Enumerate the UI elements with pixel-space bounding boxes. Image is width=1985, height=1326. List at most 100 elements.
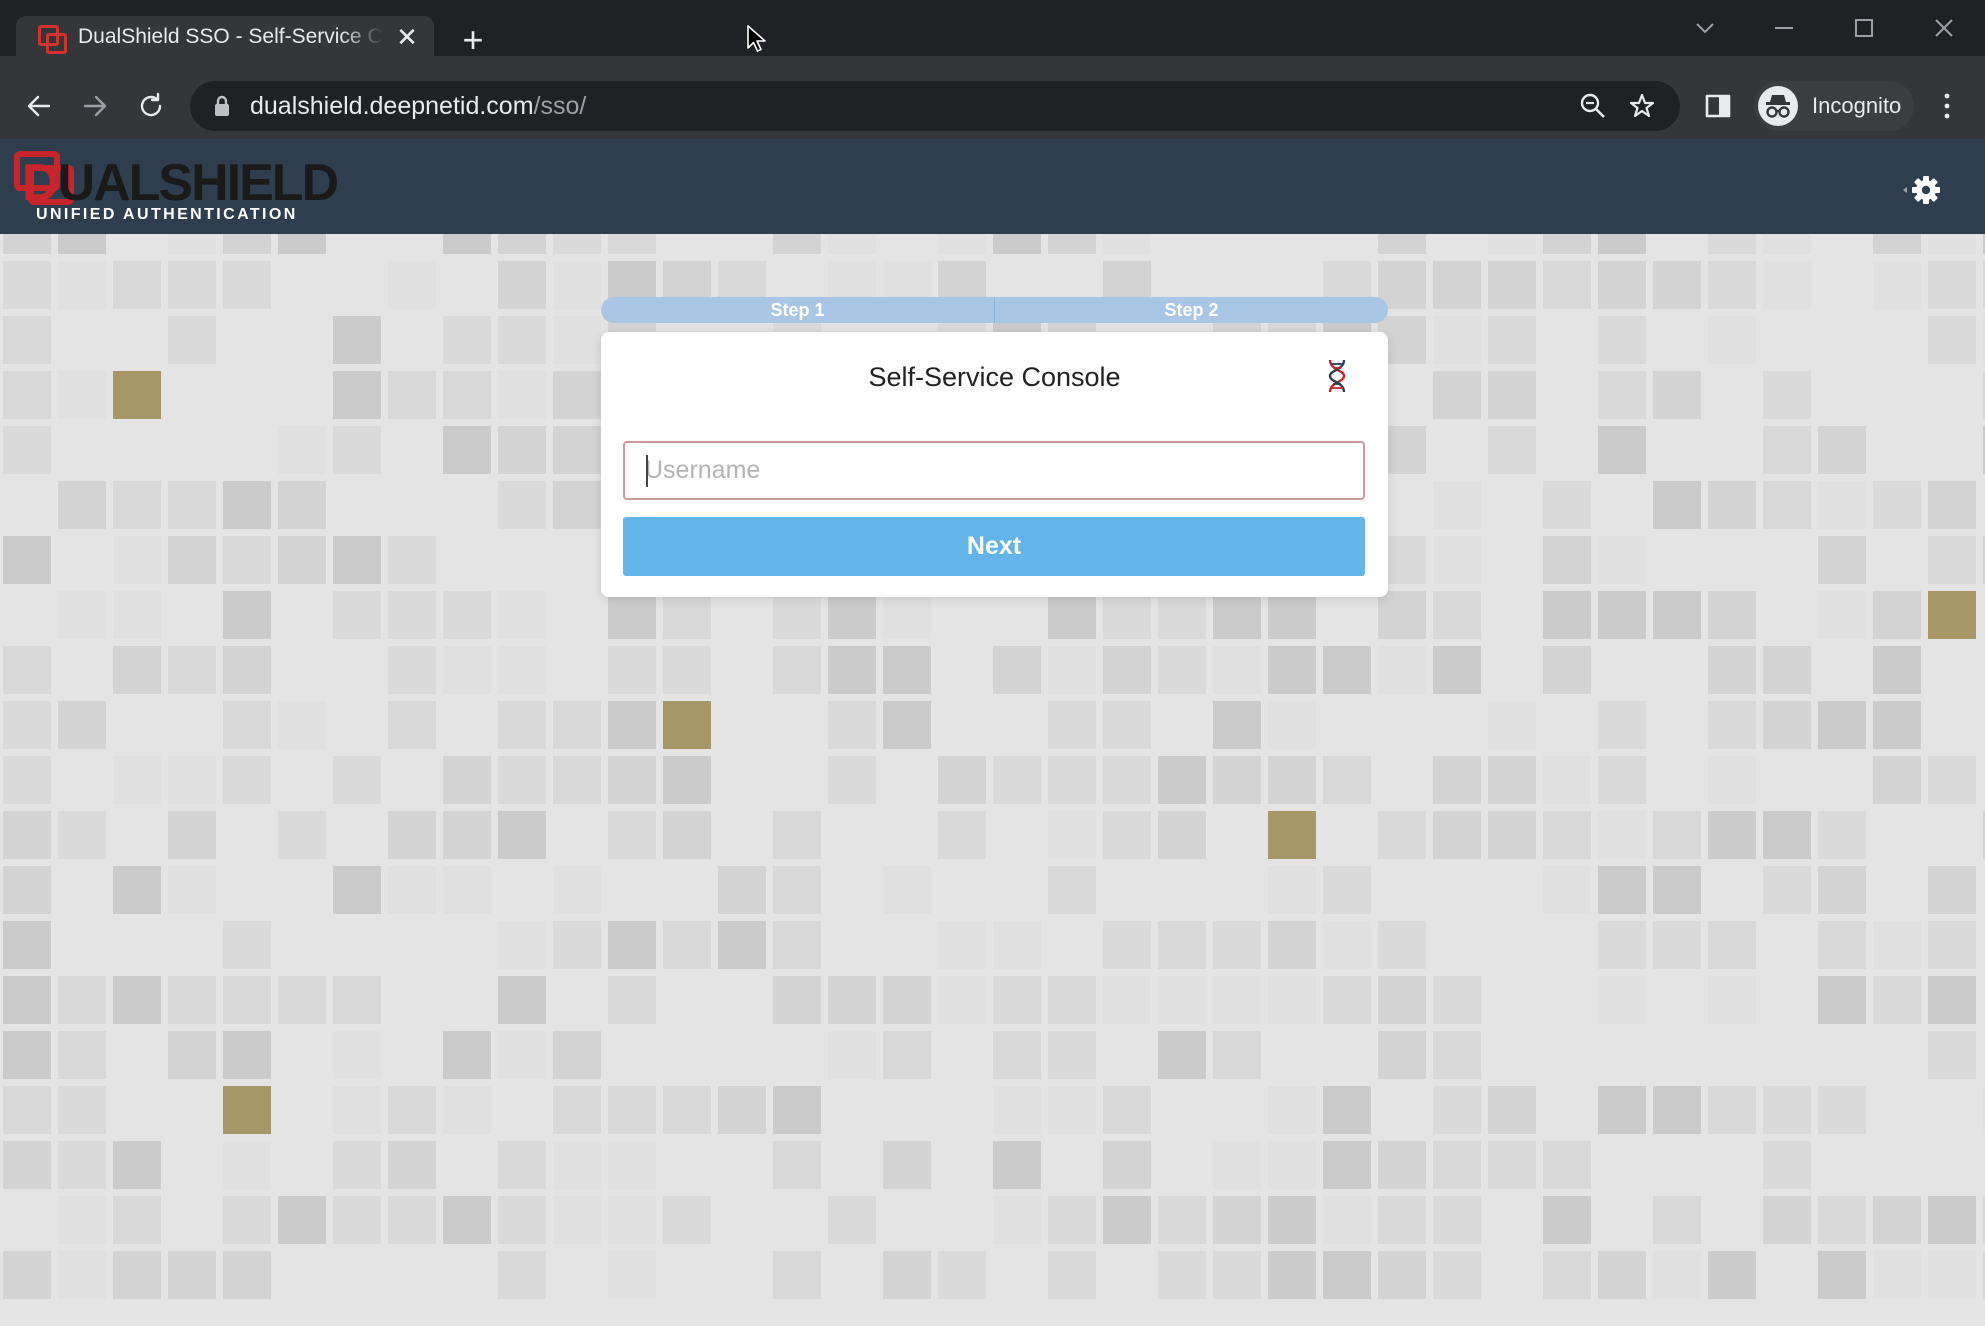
mosaic-tile	[333, 1031, 381, 1079]
mosaic-tile	[1928, 261, 1976, 309]
gear-icon[interactable]	[1900, 174, 1940, 214]
zoom-icon[interactable]	[1580, 93, 1606, 119]
address-bar[interactable]: dualshield.deepnetid.com/sso/	[190, 81, 1680, 131]
mosaic-tile	[1378, 1196, 1426, 1244]
mosaic-tile	[718, 234, 766, 254]
mosaic-tile	[1048, 1086, 1096, 1134]
mosaic-tile	[828, 811, 876, 859]
mosaic-tile	[1488, 591, 1536, 639]
mosaic-tile	[938, 646, 986, 694]
browser-tab[interactable]: DualShield SSO - Self-Service Console ✕	[16, 16, 434, 58]
maximize-icon[interactable]	[1844, 12, 1884, 44]
mosaic-tile	[553, 811, 601, 859]
mosaic-tile	[993, 1196, 1041, 1244]
dualshield-logo[interactable]: DUALSHIELD UNIFIED AUTHENTICATION	[14, 149, 339, 229]
mosaic-tile	[3, 591, 51, 639]
lock-icon[interactable]	[214, 95, 230, 117]
logo-wordmark: DUALSHIELD	[22, 153, 339, 213]
mosaic-tile	[938, 701, 986, 749]
mosaic-tile	[1268, 591, 1316, 639]
mosaic-tile	[1598, 316, 1646, 364]
forward-arrow-icon[interactable]	[77, 88, 113, 124]
mosaic-tile	[1213, 234, 1261, 254]
mosaic-tile	[1268, 1086, 1316, 1134]
mosaic-tile	[1433, 261, 1481, 309]
mosaic-tile	[168, 261, 216, 309]
mosaic-tile	[1378, 866, 1426, 914]
mosaic-tile	[443, 976, 491, 1024]
mosaic-tile	[388, 976, 436, 1024]
side-panel-icon[interactable]	[1700, 88, 1736, 124]
mosaic-tile	[113, 646, 161, 694]
mosaic-tile	[1873, 234, 1921, 254]
mosaic-tile	[113, 1141, 161, 1189]
incognito-profile-button[interactable]: Incognito	[1754, 81, 1914, 131]
mosaic-tile	[443, 1141, 491, 1189]
mosaic-tile	[1653, 481, 1701, 529]
mosaic-tile	[553, 426, 601, 474]
mosaic-tile	[1433, 481, 1481, 529]
reload-icon[interactable]	[133, 88, 169, 124]
mosaic-tile	[1323, 1251, 1371, 1299]
window-close-icon[interactable]	[1924, 12, 1964, 44]
mosaic-tile	[278, 921, 326, 969]
mosaic-tile	[938, 1141, 986, 1189]
mosaic-tile	[1763, 591, 1811, 639]
new-tab-button[interactable]: +	[458, 22, 488, 58]
dna-icon[interactable]	[1321, 358, 1353, 394]
mosaic-tile	[718, 756, 766, 804]
mosaic-tile	[1433, 866, 1481, 914]
logo-tagline: UNIFIED AUTHENTICATION	[36, 206, 298, 223]
mosaic-tile	[333, 316, 381, 364]
mosaic-tile	[553, 1086, 601, 1134]
mosaic-tile	[168, 701, 216, 749]
mosaic-tile	[1268, 234, 1316, 254]
mosaic-tile	[498, 261, 546, 309]
next-button[interactable]: Next	[623, 517, 1365, 576]
mosaic-tile	[828, 1196, 876, 1244]
username-input[interactable]	[623, 441, 1365, 500]
mosaic-tile	[498, 1086, 546, 1134]
mosaic-tile	[1928, 701, 1976, 749]
mosaic-tile	[1818, 921, 1866, 969]
mosaic-tile	[1873, 426, 1921, 474]
mosaic-tile	[883, 1251, 931, 1299]
mosaic-tile	[1048, 921, 1096, 969]
mosaic-tile	[1323, 701, 1371, 749]
mosaic-tile	[1818, 426, 1866, 474]
mosaic-tile	[1598, 234, 1646, 254]
mosaic-tile	[1928, 976, 1976, 1024]
mosaic-tile	[58, 646, 106, 694]
mosaic-tile	[278, 1196, 326, 1244]
mosaic-tile	[1763, 316, 1811, 364]
tab-close-icon[interactable]: ✕	[395, 24, 419, 50]
mosaic-tile	[1378, 701, 1426, 749]
minimize-icon[interactable]	[1764, 12, 1804, 44]
mosaic-tile	[993, 591, 1041, 639]
mosaic-tile	[1598, 1141, 1646, 1189]
mosaic-tile	[828, 646, 876, 694]
mosaic-tile	[1433, 1141, 1481, 1189]
mosaic-tile	[1653, 1086, 1701, 1134]
mosaic-tile	[1268, 866, 1316, 914]
url-text[interactable]: dualshield.deepnetid.com/sso/	[250, 92, 586, 121]
mosaic-tile	[168, 426, 216, 474]
mosaic-tile	[828, 1141, 876, 1189]
mosaic-tile	[113, 811, 161, 859]
mosaic-tile	[1708, 921, 1756, 969]
mosaic-tile	[1928, 756, 1976, 804]
kebab-menu-icon[interactable]	[1929, 88, 1965, 124]
mosaic-tile	[3, 811, 51, 859]
mosaic-tile	[1213, 701, 1261, 749]
mosaic-tile	[553, 536, 601, 584]
tab-search-icon[interactable]	[1685, 12, 1725, 44]
star-icon[interactable]	[1629, 93, 1655, 119]
mosaic-tile	[773, 591, 821, 639]
mosaic-tile	[883, 1196, 931, 1244]
mosaic-tile	[1598, 1086, 1646, 1134]
back-arrow-icon[interactable]	[21, 88, 57, 124]
mosaic-tile	[828, 591, 876, 639]
mosaic-tile	[718, 591, 766, 639]
mosaic-tile	[883, 756, 931, 804]
mosaic-tile	[938, 811, 986, 859]
